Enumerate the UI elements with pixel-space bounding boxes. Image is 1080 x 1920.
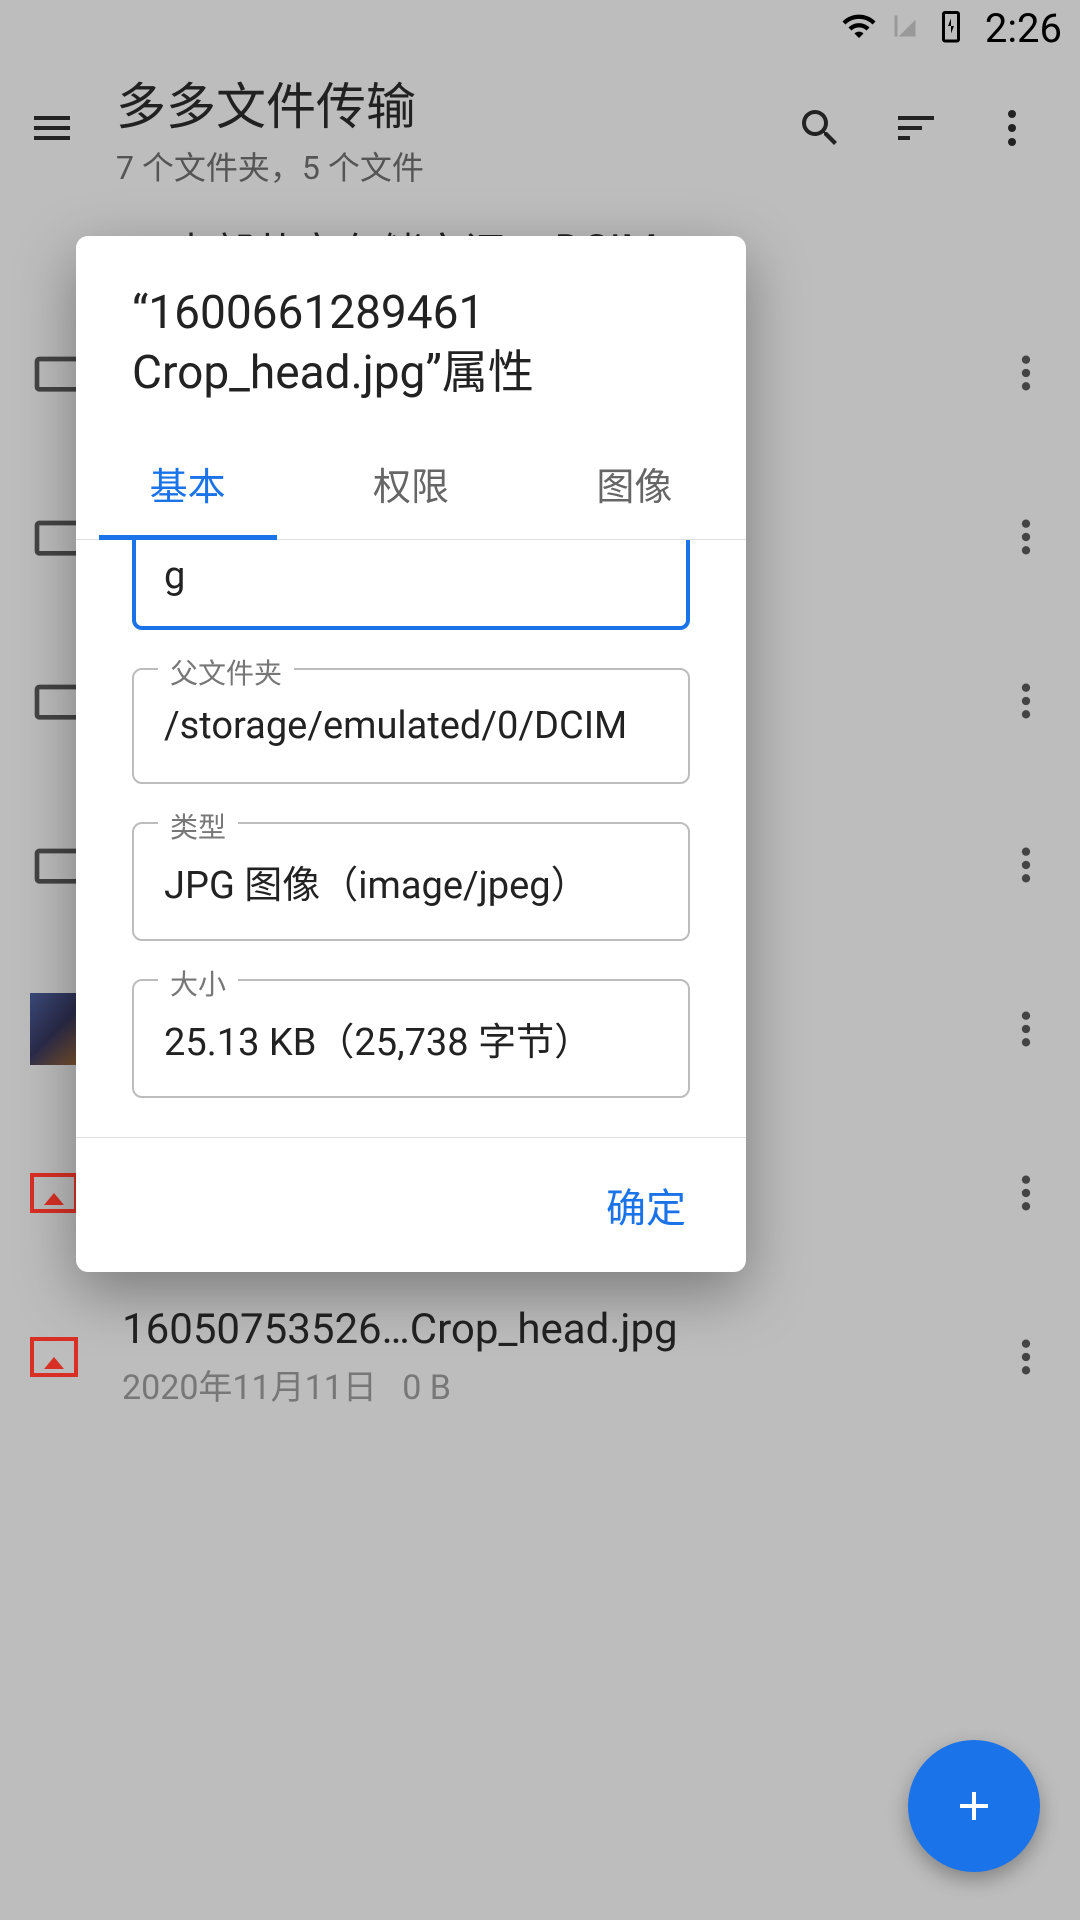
properties-dialog: “1600661289461 Crop_head.jpg”属性 基本 权限 图像… <box>76 236 746 1272</box>
name-input[interactable]: g <box>132 540 690 630</box>
field-label: 父文件夹 <box>158 652 294 692</box>
tab-image[interactable]: 图像 <box>523 428 746 539</box>
field-label: 类型 <box>158 806 238 846</box>
dialog-footer: 确定 <box>76 1137 746 1272</box>
tab-permissions[interactable]: 权限 <box>299 428 522 539</box>
dialog-title: “1600661289461 Crop_head.jpg”属性 <box>76 236 746 428</box>
dialog-tabs: 基本 权限 图像 <box>76 428 746 540</box>
tab-basic[interactable]: 基本 <box>76 428 299 539</box>
field-type: 类型 JPG 图像（image/jpeg） <box>132 822 690 941</box>
ok-button[interactable]: 确定 <box>586 1166 706 1244</box>
field-parent: 父文件夹 /storage/emulated/0/DCIM <box>132 668 690 784</box>
field-label: 大小 <box>158 963 238 1003</box>
field-size: 大小 25.13 KB（25,738 字节） <box>132 979 690 1098</box>
dialog-body[interactable]: g 父文件夹 /storage/emulated/0/DCIM 类型 JPG 图… <box>76 540 746 1137</box>
field-name: g <box>132 540 690 630</box>
